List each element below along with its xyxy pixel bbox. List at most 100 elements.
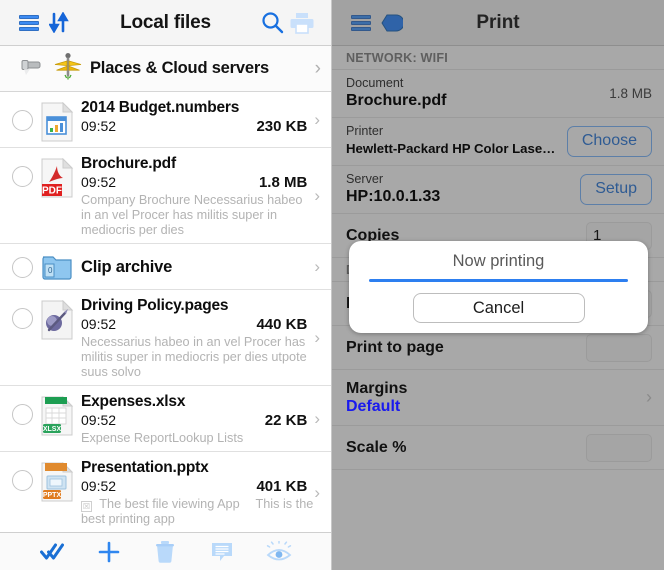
- file-size: 230 KB: [256, 118, 308, 135]
- row-select-radio[interactable]: [12, 470, 33, 491]
- row-select-radio[interactable]: [12, 110, 33, 131]
- file-description-main: The best file viewing App: [99, 497, 240, 511]
- chevron-right-icon: ›: [646, 387, 652, 407]
- file-size: 401 KB: [256, 478, 308, 495]
- file-info: Presentation.pptx 09:52 401 KB This is t…: [74, 458, 313, 527]
- chevron-right-icon: ›: [314, 328, 320, 347]
- table-row[interactable]: XLSX Expenses.xlsx 09:52 22 KB Expense R…: [0, 386, 331, 452]
- chevron-right-icon: ›: [314, 482, 320, 502]
- server-value: HP:10.0.1.33: [346, 188, 441, 205]
- table-row[interactable]: Driving Policy.pages 09:52 440 KB Necess…: [0, 290, 331, 386]
- printer-row[interactable]: Printer Hewlett-Packard HP Color LaserJe…: [332, 118, 664, 166]
- margins-info: Margins Default: [346, 380, 646, 416]
- note-icon[interactable]: [205, 537, 239, 567]
- row-select-radio[interactable]: [12, 166, 33, 187]
- printer-info: Printer Hewlett-Packard HP Color LaserJe…: [346, 123, 559, 159]
- row-select-radio[interactable]: [12, 404, 33, 425]
- table-row[interactable]: 0 Clip archive ›: [0, 244, 331, 290]
- app-root: Local files Places & Cloud servers › 201…: [0, 0, 664, 570]
- table-row[interactable]: 2014 Budget.numbers 09:52 230 KB ›: [0, 92, 331, 148]
- file-size: 440 KB: [256, 316, 308, 333]
- print-to-page-label: Print to page: [346, 338, 444, 356]
- cancel-button[interactable]: Cancel: [412, 293, 585, 323]
- file-description: This is the ☒ The best file viewing App …: [81, 497, 313, 527]
- svg-text:PPTX: PPTX: [43, 492, 62, 499]
- scale-label: Scale %: [346, 438, 407, 456]
- file-meta: 09:52 230 KB: [81, 118, 313, 135]
- file-name: Presentation.pptx: [81, 459, 209, 476]
- search-icon[interactable]: [257, 8, 287, 38]
- margins-value: Default: [346, 397, 401, 415]
- places-cloud-servers-row[interactable]: Places & Cloud servers ›: [0, 46, 331, 92]
- file-info: Driving Policy.pages 09:52 440 KB Necess…: [74, 296, 313, 380]
- places-label: Places & Cloud servers: [90, 59, 270, 77]
- row-select-radio[interactable]: [12, 256, 33, 278]
- table-row[interactable]: PDF Brochure.pdf 09:52 1.8 MB Company Br…: [0, 148, 331, 244]
- file-description-line2: best printing app: [81, 512, 175, 526]
- folder-icon: 0: [40, 251, 74, 283]
- print-panel: Print NETWORK: WIFI Document Brochure.pd…: [332, 0, 664, 570]
- file-list[interactable]: 2014 Budget.numbers 09:52 230 KB › PDF B…: [0, 92, 331, 532]
- blue-hexagon-icon[interactable]: [376, 8, 406, 38]
- pptx-file-icon: PPTX: [40, 461, 74, 502]
- svg-text:XLSX: XLSX: [43, 426, 62, 433]
- hamburger-icon[interactable]: [346, 8, 376, 38]
- document-info: Document Brochure.pdf: [346, 75, 603, 111]
- server-info: Server HP:10.0.1.33: [346, 171, 572, 207]
- hamburger-icon[interactable]: [14, 8, 44, 38]
- file-name: Expenses.xlsx: [81, 393, 186, 410]
- document-label: Document: [346, 76, 404, 90]
- document-size: 1.8 MB: [609, 85, 652, 101]
- file-description: Necessarius habeo in an vel Procer has m…: [81, 335, 307, 379]
- file-name: 2014 Budget.numbers: [81, 99, 240, 116]
- eye-preview-icon[interactable]: [262, 537, 296, 567]
- setup-server-button[interactable]: Setup: [580, 173, 652, 205]
- file-time: 09:52: [81, 478, 117, 494]
- file-info: 2014 Budget.numbers 09:52 230 KB: [74, 98, 313, 135]
- print-progress-fill: [369, 279, 628, 282]
- add-plus-icon[interactable]: [92, 537, 126, 567]
- file-size: 1.8 MB: [258, 174, 308, 191]
- chevron-right-icon: ›: [314, 110, 320, 129]
- bolt-icon: [20, 55, 46, 82]
- local-files-header: Local files: [0, 0, 331, 46]
- margins-label: Margins: [346, 379, 408, 397]
- scale-input[interactable]: [586, 433, 652, 462]
- table-row[interactable]: PPTX Presentation.pptx 09:52 401 KB This…: [0, 452, 331, 532]
- sort-arrows-icon[interactable]: [44, 8, 74, 38]
- trash-icon[interactable]: [148, 537, 182, 567]
- chevron-right-icon: ›: [314, 57, 321, 79]
- print-to-page-input[interactable]: [586, 333, 652, 362]
- now-printing-dialog: Now printing Cancel: [349, 241, 648, 333]
- file-time: 09:52: [81, 174, 117, 190]
- pages-file-icon: [40, 299, 74, 340]
- file-info: Expenses.xlsx 09:52 22 KB Expense Report…: [74, 392, 313, 446]
- row-select-radio[interactable]: [12, 308, 33, 329]
- file-time: 09:52: [81, 412, 117, 428]
- file-info: Clip archive: [74, 258, 313, 277]
- choose-printer-button[interactable]: Choose: [566, 125, 652, 157]
- file-size: 22 KB: [264, 412, 308, 429]
- printer-value: Hewlett-Packard HP Color LaserJet...: [346, 141, 559, 156]
- pdf-file-icon: PDF: [40, 157, 74, 198]
- file-name: Brochure.pdf: [81, 155, 176, 172]
- file-info: Brochure.pdf 09:52 1.8 MB Company Brochu…: [74, 154, 313, 238]
- print-progress-bar: [369, 279, 628, 282]
- print-header: Print: [332, 0, 664, 46]
- dialog-title: Now printing: [452, 252, 545, 270]
- file-name: Clip archive: [81, 257, 173, 276]
- file-meta: 09:52 401 KB: [81, 478, 313, 495]
- margins-row[interactable]: Margins Default ›: [332, 370, 664, 426]
- dragonfly-icon: [54, 52, 82, 85]
- printer-icon[interactable]: [287, 8, 317, 38]
- scale-row[interactable]: Scale %: [332, 426, 664, 470]
- bottom-toolbar: [0, 532, 331, 570]
- xlsx-file-icon: XLSX: [40, 395, 74, 436]
- chevron-right-icon: ›: [314, 257, 320, 276]
- chevron-right-icon: ›: [314, 186, 320, 205]
- file-meta: 09:52 22 KB: [81, 412, 313, 429]
- network-section-header: NETWORK: WIFI: [332, 46, 664, 70]
- select-all-check-icon[interactable]: [35, 537, 69, 567]
- document-row[interactable]: Document Brochure.pdf 1.8 MB: [332, 70, 664, 118]
- server-row[interactable]: Server HP:10.0.1.33 Setup: [332, 166, 664, 214]
